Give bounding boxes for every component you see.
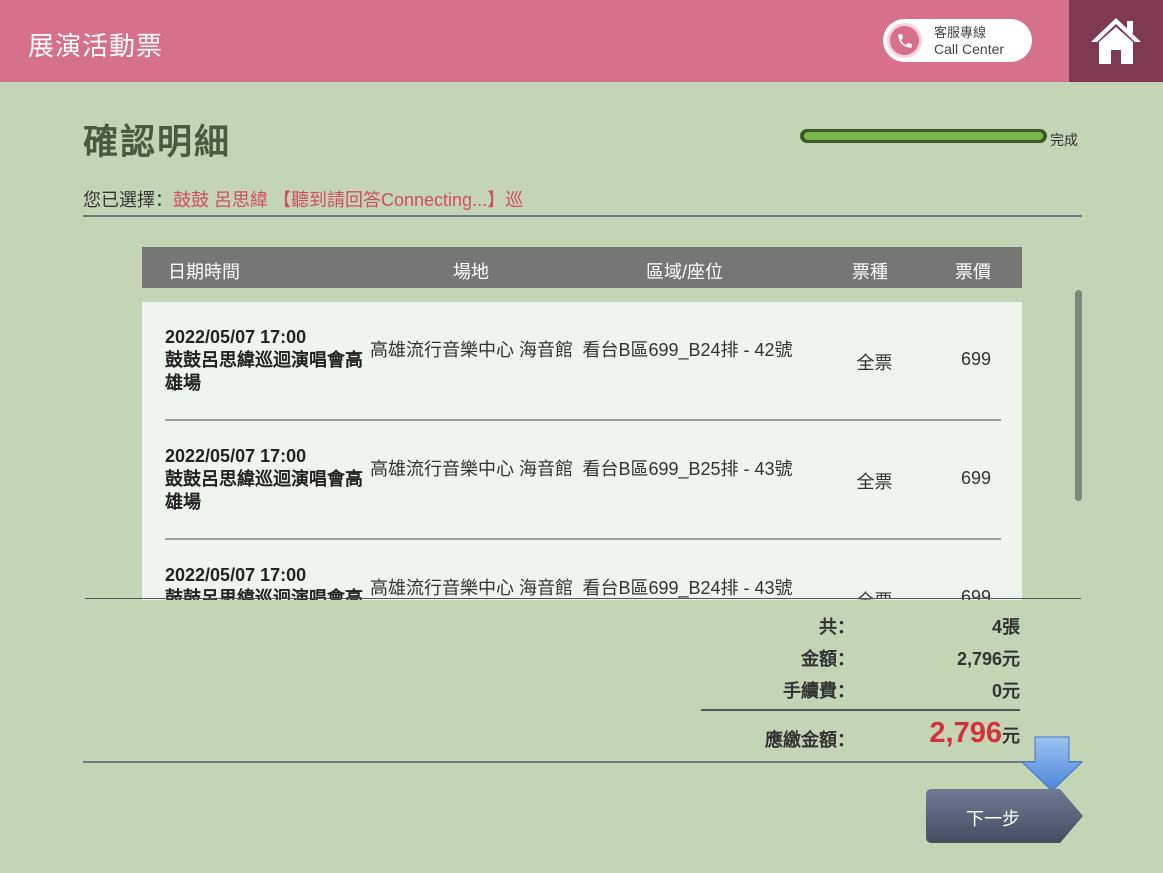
- row-datetime-cell: 2022/05/07 17:00 鼓鼓呂思緯巡迴演唱會高雄場: [165, 564, 365, 600]
- row-datetime: 2022/05/07 17:00: [165, 327, 307, 347]
- page-title: 確認明細: [83, 123, 232, 162]
- row-ticket-type: 全票: [856, 472, 893, 492]
- total-value: 2,796元: [800, 717, 1020, 750]
- selection-prefix: 您已選擇：: [83, 190, 173, 210]
- column-header-venue: 場地: [453, 262, 489, 282]
- table-header: 日期時間 場地 區域/座位 票種 票價: [142, 247, 1022, 288]
- app-title: 展演活動票: [28, 31, 164, 61]
- row-price: 699: [960, 468, 992, 488]
- total-unit: 元: [1002, 726, 1020, 746]
- row-seat: 看台B區699_B24排 - 42號: [582, 340, 793, 360]
- ticket-count-value: 4張: [991, 617, 1020, 637]
- row-seat: 看台B區699_B25排 - 43號: [582, 459, 793, 479]
- column-header-ticket-type: 票種: [852, 262, 888, 282]
- next-step-label: 下一步: [966, 809, 1020, 829]
- row-seat: 看台B區699_B24排 - 43號: [582, 578, 793, 598]
- home-button[interactable]: [1069, 0, 1163, 82]
- table-row: 2022/05/07 17:00 鼓鼓呂思緯巡迴演唱會高雄場 高雄流行音樂中心 …: [142, 302, 1022, 421]
- row-event: 鼓鼓呂思緯巡迴演唱會高雄場: [165, 350, 363, 393]
- divider: [83, 215, 1082, 217]
- home-icon: [1091, 18, 1141, 64]
- row-venue: 高雄流行音樂中心 海音館: [370, 459, 573, 479]
- progress-label: 完成: [1050, 132, 1078, 148]
- call-center-label-zh: 客服專線: [934, 25, 987, 40]
- progress-fill: [804, 132, 1043, 140]
- divider: [83, 761, 1082, 763]
- row-event: 鼓鼓呂思緯巡迴演唱會高雄場: [165, 469, 363, 512]
- fee-value: 0元: [991, 681, 1020, 701]
- down-arrow-icon: [1021, 736, 1083, 792]
- call-center-button[interactable]: 客服專線 Call Center: [883, 19, 1032, 62]
- column-header-datetime: 日期時間: [168, 262, 240, 282]
- ticket-list[interactable]: 2022/05/07 17:00 鼓鼓呂思緯巡迴演唱會高雄場 高雄流行音樂中心 …: [142, 302, 1022, 600]
- total-amount: 2,796: [929, 717, 1002, 749]
- column-header-seat: 區域/座位: [646, 262, 724, 282]
- row-ticket-type: 全票: [856, 353, 893, 373]
- row-venue: 高雄流行音樂中心 海音館: [370, 578, 573, 598]
- scrollbar[interactable]: [1075, 290, 1082, 501]
- column-header-price: 票價: [955, 262, 991, 282]
- row-venue: 高雄流行音樂中心 海音館: [370, 340, 573, 360]
- table-row: 2022/05/07 17:00 鼓鼓呂思緯巡迴演唱會高雄場 高雄流行音樂中心 …: [142, 421, 1022, 540]
- summary-divider: [701, 709, 1020, 711]
- row-price: 699: [960, 349, 992, 369]
- next-step-button[interactable]: 下一步: [926, 789, 1083, 843]
- progress-bar: [800, 129, 1047, 143]
- top-bar: 展演活動票 客服專線 Call Center: [0, 0, 1163, 82]
- row-datetime: 2022/05/07 17:00: [165, 565, 307, 585]
- amount-value: 2,796元: [956, 649, 1020, 669]
- phone-icon: [887, 23, 922, 58]
- table-row: 2022/05/07 17:00 鼓鼓呂思緯巡迴演唱會高雄場 高雄流行音樂中心 …: [142, 540, 1022, 600]
- call-center-label-en: Call Center: [934, 41, 1005, 57]
- selected-event-name: 鼓鼓 呂思緯 【聽到請回答Connecting...】巡: [173, 190, 524, 210]
- row-datetime-cell: 2022/05/07 17:00 鼓鼓呂思緯巡迴演唱會高雄場: [165, 445, 365, 514]
- row-datetime-cell: 2022/05/07 17:00 鼓鼓呂思緯巡迴演唱會高雄場: [165, 326, 365, 395]
- row-datetime: 2022/05/07 17:00: [165, 446, 307, 466]
- divider: [85, 598, 1081, 599]
- selection-summary: 您已選擇：鼓鼓 呂思緯 【聽到請回答Connecting...】巡: [83, 186, 523, 212]
